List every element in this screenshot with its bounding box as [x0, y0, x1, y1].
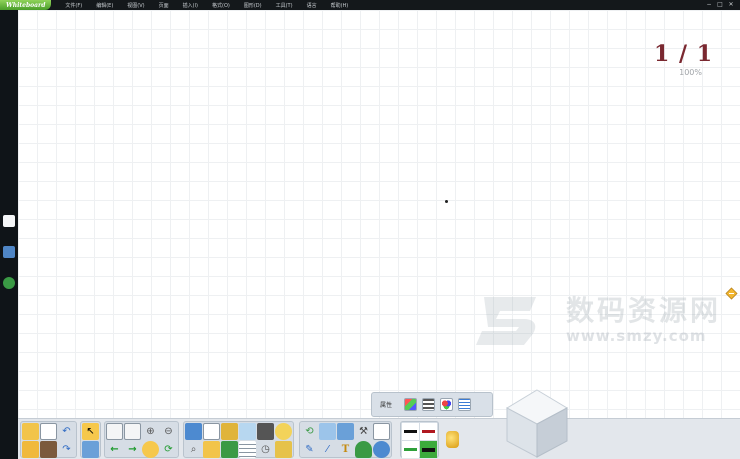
zoom-level: 100%: [679, 68, 702, 77]
pen-icon[interactable]: ✎: [301, 441, 318, 458]
menu-file[interactable]: 文件(F): [65, 2, 82, 9]
page-indicator: 1 / 1: [654, 41, 713, 67]
rotate-icon[interactable]: ⟲: [301, 423, 318, 440]
photo-icon[interactable]: [203, 441, 220, 458]
menu-format[interactable]: 格式(O): [212, 2, 230, 9]
highlighter-icon[interactable]: ⁄: [319, 441, 336, 458]
menu-bar: Whiteboard 文件(F) 编辑(E) 视图(V) 页面 插入(I) 格式…: [0, 0, 740, 10]
magnifier-icon[interactable]: ⌕: [185, 441, 202, 458]
zoom-out-icon[interactable]: ⊖: [160, 423, 177, 440]
open-folder-icon[interactable]: [22, 423, 39, 440]
calculator-icon[interactable]: [221, 441, 238, 458]
maximize-button[interactable]: □: [717, 2, 723, 8]
box-logo-icon: [505, 389, 569, 458]
watermark-url: www.smzy.com: [566, 327, 707, 345]
undo-icon[interactable]: ↶: [58, 423, 75, 440]
toolbar-group-tools: ⌕ ◷: [183, 421, 294, 458]
app-title: Whiteboard: [0, 0, 52, 10]
watermark-text: 数码资源网: [566, 294, 722, 327]
expand-right-icon[interactable]: [725, 287, 738, 300]
zoom-in-icon[interactable]: ⊕: [142, 423, 159, 440]
color-palette-icon[interactable]: [404, 398, 418, 411]
toolbar-group-pens: [400, 421, 439, 458]
redo-icon[interactable]: ↷: [58, 441, 75, 458]
text-icon[interactable]: T: [337, 441, 354, 458]
menu-tools[interactable]: 工具(T): [276, 2, 293, 9]
paste-icon[interactable]: [40, 441, 57, 458]
clock-icon[interactable]: ◷: [257, 441, 274, 458]
alignment-icon[interactable]: [458, 398, 472, 411]
menu-edit[interactable]: 编辑(E): [96, 2, 113, 9]
minimize-button[interactable]: −: [706, 2, 712, 8]
user-icon[interactable]: [355, 441, 372, 458]
toolbar-group-select: ↖: [80, 421, 101, 458]
menu-page[interactable]: 页面: [159, 2, 169, 9]
toolbar-group-file: ↶ ↷: [20, 421, 77, 458]
pointer-icon[interactable]: ↖: [82, 423, 99, 440]
page-list-icon[interactable]: [3, 215, 15, 227]
globe-icon[interactable]: [3, 277, 15, 289]
spotlight-icon[interactable]: [203, 423, 220, 440]
menu-view[interactable]: 视图(V): [127, 2, 144, 9]
pen-thick-black-icon[interactable]: [420, 441, 437, 458]
toolbar-group-navigation: ⊕ ⊖ ← → ⟳: [104, 421, 179, 458]
property-label: 属性: [380, 402, 393, 409]
new-page-icon[interactable]: [124, 423, 141, 440]
paint-icon[interactable]: [275, 441, 292, 458]
bulb-icon[interactable]: [275, 423, 292, 440]
line-style-icon[interactable]: [422, 398, 436, 411]
cursor-dot: [445, 200, 448, 203]
film-icon[interactable]: [257, 423, 274, 440]
watermark: 数码资源网 www.smzy.com: [474, 289, 724, 351]
forward-arrow-icon[interactable]: →: [124, 441, 141, 458]
folder-icon[interactable]: [22, 441, 39, 458]
audio-icon[interactable]: [373, 441, 390, 458]
screen-icon[interactable]: [82, 441, 99, 458]
pen-green-icon[interactable]: [402, 441, 419, 458]
brush-icon[interactable]: [221, 423, 238, 440]
menu-insert[interactable]: 插入(I): [183, 2, 198, 9]
window-controls: − □ ✕: [706, 0, 734, 10]
chart-icon[interactable]: [337, 423, 354, 440]
table-icon[interactable]: [239, 441, 256, 458]
screen-shade-icon[interactable]: [185, 423, 202, 440]
menu-help[interactable]: 帮助(H): [331, 2, 349, 9]
refresh-icon[interactable]: ⟳: [160, 441, 177, 458]
resource-library-icon[interactable]: [3, 246, 15, 258]
prev-page-icon[interactable]: [106, 423, 123, 440]
screenshot-icon[interactable]: [319, 423, 336, 440]
menu-language[interactable]: 语言: [307, 2, 317, 9]
pen-black-icon[interactable]: [402, 423, 419, 440]
close-button[interactable]: ✕: [728, 2, 734, 8]
menu-draw[interactable]: 图形(D): [244, 2, 262, 9]
pen-red-icon[interactable]: [420, 423, 437, 440]
whiteboard-canvas[interactable]: 1 / 1 100%: [18, 10, 740, 418]
watermark-logo-icon: [476, 297, 536, 345]
edit-doc-icon[interactable]: [373, 423, 390, 440]
back-arrow-icon[interactable]: ←: [106, 441, 123, 458]
copy-pages-icon[interactable]: [40, 423, 57, 440]
hand-icon[interactable]: [142, 441, 159, 458]
fill-color-icon[interactable]: [440, 398, 454, 411]
toolbar-expand-icon[interactable]: [446, 431, 459, 448]
tool-icon[interactable]: ⚒: [355, 423, 372, 440]
left-sidebar: [0, 10, 18, 459]
image-icon[interactable]: [239, 423, 256, 440]
bottom-toolbar: ↶ ↷ ↖ ⊕ ⊖ ← → ⟳ ⌕ ◷ ⟲ ⚒ ✎ ⁄ T: [18, 418, 740, 459]
toolbar-group-drawing: ⟲ ⚒ ✎ ⁄ T: [299, 421, 392, 458]
property-panel: 属性: [371, 392, 493, 417]
